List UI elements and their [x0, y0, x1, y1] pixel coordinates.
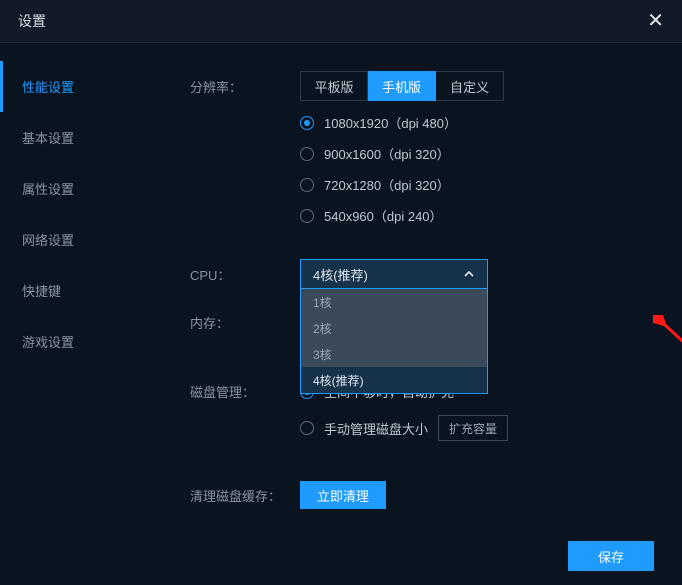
radio-icon — [300, 178, 314, 192]
cpu-selected-value: 4核(推荐) — [313, 265, 368, 284]
expand-capacity-button[interactable]: 扩充容量 — [438, 415, 508, 441]
disk-manual-label: 手动管理磁盘大小 — [324, 419, 428, 438]
disk-label: 磁盘管理： — [190, 382, 300, 401]
sidebar: 性能设置 基本设置 属性设置 网络设置 快捷键 游戏设置 — [0, 43, 130, 585]
cpu-option-2[interactable]: 2核 — [301, 315, 487, 341]
resolution-option-label: 1080x1920（dpi 480） — [324, 113, 457, 132]
tab-phone[interactable]: 手机版 — [368, 71, 436, 101]
sidebar-item-network[interactable]: 网络设置 — [0, 214, 130, 265]
close-icon[interactable]: ✕ — [647, 11, 664, 31]
disk-manual[interactable]: 手动管理磁盘大小 扩充容量 — [300, 415, 672, 441]
sidebar-item-property[interactable]: 属性设置 — [0, 163, 130, 214]
cpu-label: CPU： — [190, 259, 300, 284]
resolution-option-900[interactable]: 900x1600（dpi 320） — [300, 144, 672, 163]
cpu-option-4[interactable]: 4核(推荐) — [301, 367, 487, 393]
resolution-options: 1080x1920（dpi 480） 900x1600（dpi 320） 720… — [300, 113, 672, 225]
save-button[interactable]: 保存 — [568, 541, 654, 571]
clean-label: 清理磁盘缓存： — [190, 481, 300, 505]
window-title: 设置 — [18, 11, 46, 31]
cpu-option-1[interactable]: 1核 — [301, 289, 487, 315]
sidebar-item-shortcut[interactable]: 快捷键 — [0, 265, 130, 316]
resolution-label: 分辨率： — [190, 71, 300, 96]
resolution-option-720[interactable]: 720x1280（dpi 320） — [300, 175, 672, 194]
memory-label: 内存： — [190, 307, 300, 332]
sidebar-item-performance[interactable]: 性能设置 — [0, 61, 130, 112]
radio-icon — [300, 421, 314, 435]
tab-tablet[interactable]: 平板版 — [300, 71, 368, 101]
cpu-dropdown: 1核 2核 3核 4核(推荐) — [300, 289, 488, 394]
resolution-option-label: 540x960（dpi 240） — [324, 206, 443, 225]
radio-icon — [300, 116, 314, 130]
row-resolution: 分辨率： 平板版 手机版 自定义 1080x1920（dpi 480） 900x… — [190, 71, 672, 237]
radio-icon — [300, 209, 314, 223]
cpu-option-3[interactable]: 3核 — [301, 341, 487, 367]
sidebar-item-basic[interactable]: 基本设置 — [0, 112, 130, 163]
cpu-select[interactable]: 4核(推荐) — [300, 259, 488, 289]
resolution-option-label: 900x1600（dpi 320） — [324, 144, 450, 163]
sidebar-item-game[interactable]: 游戏设置 — [0, 316, 130, 367]
radio-icon — [300, 147, 314, 161]
titlebar: 设置 ✕ — [0, 0, 682, 42]
resolution-option-label: 720x1280（dpi 320） — [324, 175, 450, 194]
resolution-option-1080[interactable]: 1080x1920（dpi 480） — [300, 113, 672, 132]
tab-custom[interactable]: 自定义 — [436, 71, 504, 101]
clean-now-button[interactable]: 立即清理 — [300, 481, 386, 509]
row-cpu: CPU： 4核(推荐) 1核 2核 3核 4核(推荐) — [190, 259, 672, 289]
content-panel: 分辨率： 平板版 手机版 自定义 1080x1920（dpi 480） 900x… — [130, 43, 682, 585]
row-clean: 清理磁盘缓存： 立即清理 — [190, 481, 672, 509]
chevron-up-icon — [463, 268, 475, 280]
resolution-tabs: 平板版 手机版 自定义 — [300, 71, 672, 101]
resolution-option-540[interactable]: 540x960（dpi 240） — [300, 206, 672, 225]
